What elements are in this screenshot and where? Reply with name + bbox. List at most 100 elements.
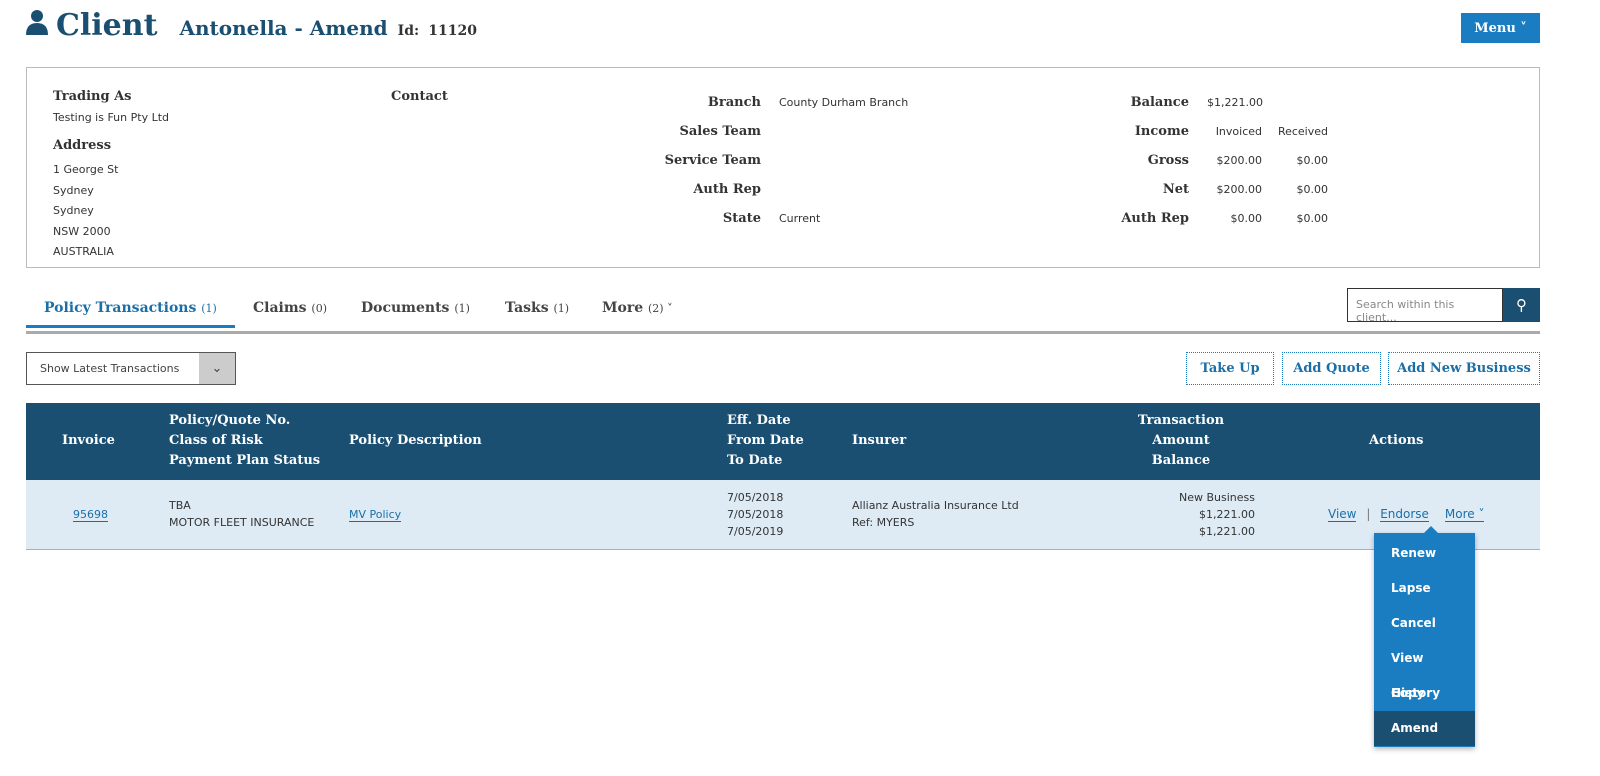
col-insurer: Insurer <box>852 433 907 448</box>
invoiced-header: Invoiced <box>1215 125 1262 138</box>
client-name: Antonella - Amend <box>179 16 388 40</box>
search-input[interactable]: Search within this client... <box>1347 288 1503 324</box>
page-title: Client <box>56 8 158 43</box>
fin-received: $0.00 <box>1296 154 1329 167</box>
tab-label: More <box>602 300 644 316</box>
actions-cell: View | Endorse More ˅ <box>1328 506 1485 523</box>
address-line: NSW 2000 <box>53 224 111 238</box>
amount-cell: New Business $1,221.00 $1,221.00 <box>1126 489 1255 540</box>
fin-label: Gross <box>1147 153 1189 168</box>
tab-label: Tasks <box>505 300 549 316</box>
menu-item-amend[interactable]: Amend <box>1374 711 1475 746</box>
trading-as-label: Trading As <box>53 89 132 104</box>
tab-count: (0) <box>311 302 328 315</box>
received-header: Received <box>1277 125 1328 138</box>
balance: $1,221.00 <box>1199 525 1255 538</box>
view-link[interactable]: View <box>1328 507 1357 522</box>
policy-cell: TBA MOTOR FLEET INSURANCE <box>169 497 314 531</box>
info-label: Branch <box>707 95 761 110</box>
id-label: Id: <box>397 23 420 39</box>
info-label: Auth Rep <box>693 182 761 197</box>
fin-label: Net <box>1162 182 1189 197</box>
contact-label: Contact <box>391 89 448 104</box>
info-value: Current <box>779 212 821 225</box>
tab-count: (1) <box>454 302 470 315</box>
col-line: Policy/Quote No. <box>169 413 291 428</box>
fin-row: Income Invoiced Received <box>1067 117 1367 146</box>
col-description: Policy Description <box>349 433 482 448</box>
user-icon <box>26 10 48 35</box>
info-row: Auth Rep <box>587 175 987 204</box>
fin-row: Net $200.00 $0.00 <box>1067 175 1367 204</box>
transaction-type: New Business <box>1179 491 1255 504</box>
address: 1 George St Sydney Sydney NSW 2000 AUSTRALIA <box>53 160 118 263</box>
col-line: To Date <box>727 453 783 468</box>
info-row: State Current <box>587 204 987 233</box>
fin-row: Balance $1,221.00 <box>1067 88 1367 117</box>
menu-item-lapse[interactable]: Lapse <box>1374 571 1475 606</box>
fin-invoiced: $200.00 <box>1216 183 1263 196</box>
search-icon: ⚲ <box>1516 296 1527 314</box>
financial-info: Balance $1,221.00 Income Invoiced Received … <box>1067 88 1367 233</box>
col-line: Amount <box>1152 433 1210 448</box>
info-row: Service Team <box>587 146 987 175</box>
tab-label: Documents <box>361 300 450 316</box>
trading-as-value: Testing is Fun Pty Ltd <box>53 111 169 124</box>
transactions-filter-select[interactable]: Show Latest Transactions ⌄ <box>26 352 236 385</box>
address-line: Sydney <box>53 204 94 217</box>
tab-count: (1) <box>201 302 217 315</box>
tab-bar: Policy Transactions (1) Claims (0) Docum… <box>26 290 1540 334</box>
more-actions-dropdown: Renew Lapse Cancel View History Copy Ame… <box>1374 526 1475 747</box>
from-date: 7/05/2018 <box>727 508 784 521</box>
balance-value: $1,221.00 <box>1207 96 1263 109</box>
class-of-risk: MOTOR FLEET INSURANCE <box>169 516 315 529</box>
col-policy: Policy/Quote No. Class of Risk Payment Pla… <box>169 411 320 471</box>
menu-item-renew[interactable]: Renew <box>1374 536 1475 571</box>
tab-label: Policy Transactions <box>44 300 197 316</box>
balance-label: Balance <box>1130 95 1189 110</box>
info-value: County Durham Branch <box>779 96 909 109</box>
separator: | <box>1366 507 1371 521</box>
info-label: Sales Team <box>679 124 762 139</box>
tab-tasks[interactable]: Tasks (1) <box>505 300 569 316</box>
menu-item-cancel[interactable]: Cancel <box>1374 606 1475 641</box>
tab-policy-transactions[interactable]: Policy Transactions (1) <box>26 300 235 328</box>
to-date: 7/05/2019 <box>727 525 784 538</box>
fin-invoiced: $0.00 <box>1230 212 1263 225</box>
col-line: Class of Risk <box>169 433 263 448</box>
tab-documents[interactable]: Documents (1) <box>361 300 470 316</box>
fin-label: Auth Rep <box>1121 211 1189 226</box>
table-header: Invoice Policy/Quote No. Class of Risk Pay… <box>26 403 1540 480</box>
info-row: Branch County Durham Branch <box>587 88 987 117</box>
fin-invoiced: $200.00 <box>1216 154 1263 167</box>
insurer-cell: Allianz Australia Insurance Ltd Ref: MYER… <box>852 497 1019 531</box>
col-invoice: Invoice <box>62 433 115 448</box>
info-label: State <box>722 211 761 226</box>
policy-description-link[interactable]: MV Policy <box>349 508 402 522</box>
col-line: Transaction <box>1137 413 1225 428</box>
address-line: AUSTRALIA <box>53 245 114 258</box>
menu-item-view-history[interactable]: View History <box>1374 641 1475 700</box>
take-up-button[interactable]: Take Up <box>1186 352 1274 385</box>
endorse-link[interactable]: Endorse <box>1380 507 1429 522</box>
address-label: Address <box>53 138 112 153</box>
insurer-name: Allianz Australia Insurance Ltd <box>852 499 1019 512</box>
insurer-ref: Ref: MYERS <box>852 516 915 529</box>
col-line: Eff. Date <box>727 413 791 428</box>
add-quote-button[interactable]: Add Quote <box>1282 352 1381 385</box>
menu-button[interactable]: Menu ˅ <box>1461 13 1540 43</box>
col-line: Payment Plan Status <box>169 453 321 468</box>
col-line: From Date <box>727 433 804 448</box>
income-label: Income <box>1134 124 1189 139</box>
page-header: Client Antonella - Amend Id: 11120 <box>26 8 477 43</box>
filter-value: Show Latest Transactions <box>40 362 180 375</box>
policy-number: TBA <box>169 499 191 512</box>
tab-count: (1) <box>553 302 570 315</box>
tab-more[interactable]: More (2) ˅ <box>602 300 673 316</box>
search-button[interactable]: ⚲ <box>1503 288 1540 322</box>
add-new-business-button[interactable]: Add New Business <box>1388 352 1540 385</box>
more-actions-link[interactable]: More ˅ <box>1444 507 1485 522</box>
invoice-link[interactable]: 95698 <box>73 508 108 522</box>
branch-info: Branch County Durham Branch Sales Team Se… <box>587 88 987 233</box>
tab-claims[interactable]: Claims (0) <box>253 300 327 316</box>
